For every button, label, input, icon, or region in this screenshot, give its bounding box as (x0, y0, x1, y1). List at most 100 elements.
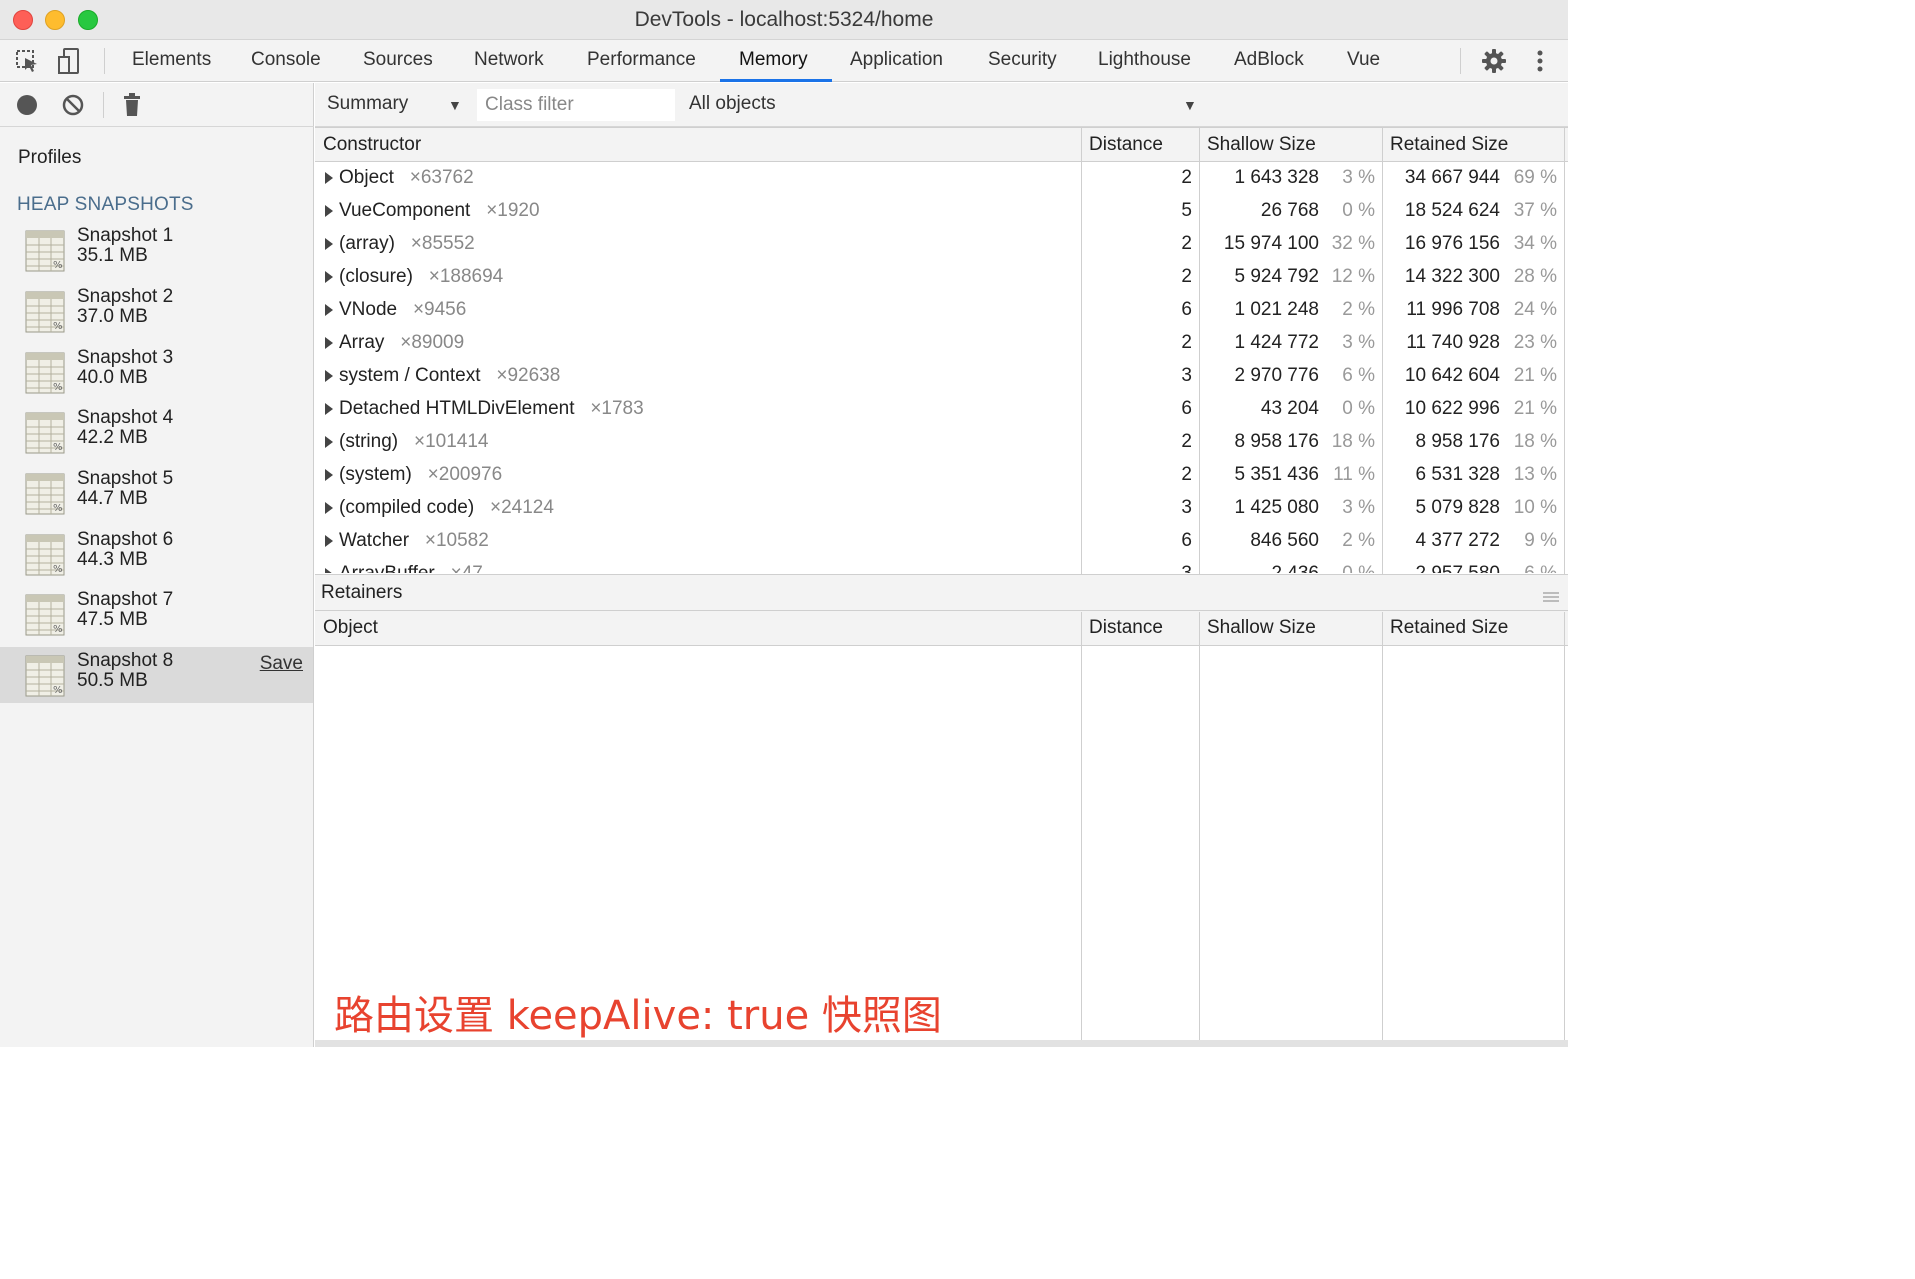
table-row[interactable]: (closure) ×188694 2 5 924 792 12 % 14 32… (315, 261, 1565, 294)
retained-size-percent: 24 % (1513, 299, 1557, 320)
tab-lighthouse[interactable]: Lighthouse (1079, 40, 1210, 82)
toolbar-divider (1460, 48, 1461, 74)
column-header-retained-size[interactable]: Retained Size (1390, 134, 1508, 156)
retained-size-value: 10 642 604 (1404, 365, 1500, 386)
column-header-distance[interactable]: Distance (1089, 617, 1163, 639)
table-row[interactable]: (system) ×200976 2 5 351 436 11 % 6 531 … (315, 459, 1565, 492)
table-row[interactable]: VNode ×9456 6 1 021 248 2 % 11 996 708 2… (315, 294, 1565, 327)
tab-sources[interactable]: Sources (344, 40, 452, 82)
tab-application[interactable]: Application (831, 40, 962, 82)
shallow-size-value: 846 560 (1250, 530, 1319, 551)
constructor-name: ArrayBuffer (339, 563, 435, 573)
table-row[interactable]: Detached HTMLDivElement ×1783 6 43 204 0… (315, 393, 1565, 426)
column-header-distance[interactable]: Distance (1089, 134, 1163, 156)
tab-performance[interactable]: Performance (568, 40, 715, 82)
retained-size-percent: 28 % (1513, 266, 1557, 287)
drag-handle-icon[interactable] (1542, 587, 1560, 602)
table-row[interactable]: Array ×89009 2 1 424 772 3 % 11 740 928 … (315, 327, 1565, 360)
column-header-shallow-size[interactable]: Shallow Size (1207, 134, 1316, 156)
tab-security[interactable]: Security (969, 40, 1076, 82)
tab-memory[interactable]: Memory (720, 40, 832, 82)
chevron-down-icon[interactable]: ▼ (448, 97, 462, 113)
snapshot-name: Snapshot 5 (77, 468, 174, 489)
table-row[interactable]: Watcher ×10582 6 846 560 2 % 4 377 272 9… (315, 525, 1565, 558)
table-row[interactable]: (string) ×101414 2 8 958 176 18 % 8 958 … (315, 426, 1565, 459)
retained-size-value: 34 667 944 (1404, 167, 1500, 188)
svg-text:%: % (53, 564, 63, 575)
expand-arrow-icon[interactable] (325, 172, 333, 184)
view-select[interactable]: Summary (327, 93, 408, 115)
snapshot-size: 35.1 MB (77, 245, 148, 266)
expand-arrow-icon[interactable] (325, 436, 333, 448)
table-row[interactable]: system / Context ×92638 3 2 970 776 6 % … (315, 360, 1565, 393)
inspect-element-icon[interactable] (12, 46, 42, 76)
record-icon[interactable] (15, 93, 39, 117)
toolbar-divider (103, 92, 104, 118)
save-snapshot-link[interactable]: Save (260, 653, 303, 675)
snapshot-item-1[interactable]: % Snapshot 1 35.1 MB (0, 222, 313, 278)
expand-arrow-icon[interactable] (325, 469, 333, 481)
shallow-size-percent: 12 % (1331, 266, 1375, 287)
shallow-size-percent: 3 % (1342, 332, 1375, 353)
retainers-panel-header[interactable]: Retainers (315, 574, 1568, 611)
constructor-name: Object (339, 167, 394, 188)
snapshot-item-2[interactable]: % Snapshot 2 37.0 MB (0, 283, 313, 339)
snapshot-item-7[interactable]: % Snapshot 7 47.5 MB (0, 586, 313, 642)
snapshot-item-5[interactable]: % Snapshot 5 44.7 MB (0, 465, 313, 521)
retained-size-percent: 9 % (1524, 530, 1557, 551)
tab-vue[interactable]: Vue (1328, 40, 1399, 82)
expand-arrow-icon[interactable] (325, 205, 333, 217)
tab-console[interactable]: Console (232, 40, 340, 82)
svg-text:%: % (53, 685, 63, 696)
trash-icon[interactable] (121, 92, 143, 118)
expand-arrow-icon[interactable] (325, 271, 333, 283)
column-header-constructor[interactable]: Constructor (323, 134, 421, 156)
expand-arrow-icon[interactable] (325, 568, 333, 573)
chevron-down-icon[interactable]: ▼ (1183, 97, 1197, 113)
retained-size-value: 14 322 300 (1404, 266, 1500, 287)
distance-value: 2 (1181, 464, 1192, 485)
snapshot-size: 42.2 MB (77, 427, 148, 448)
snapshot-item-8[interactable]: % Snapshot 8 50.5 MB Save (0, 647, 313, 703)
distance-value: 3 (1181, 365, 1192, 386)
expand-arrow-icon[interactable] (325, 403, 333, 415)
expand-arrow-icon[interactable] (325, 238, 333, 250)
column-header-retained-size[interactable]: Retained Size (1390, 617, 1508, 639)
class-filter-input[interactable] (477, 89, 675, 121)
snapshot-item-3[interactable]: % Snapshot 3 40.0 MB (0, 344, 313, 400)
tab-adblock[interactable]: AdBlock (1215, 40, 1323, 82)
column-header-shallow-size[interactable]: Shallow Size (1207, 617, 1316, 639)
annotation-caption: 路由设置 keepAlive: true 快照图 (334, 993, 942, 1039)
expand-arrow-icon[interactable] (325, 535, 333, 547)
expand-arrow-icon[interactable] (325, 304, 333, 316)
distance-value: 6 (1181, 299, 1192, 320)
table-row[interactable]: ArrayBuffer ×47 3 2 436 0 % 2 957 580 6 … (315, 558, 1565, 573)
retained-size-value: 11 996 708 (1406, 299, 1500, 320)
expand-arrow-icon[interactable] (325, 337, 333, 349)
retained-size-percent: 13 % (1513, 464, 1557, 485)
retained-size-value: 18 524 624 (1404, 200, 1500, 221)
snapshot-size: 44.7 MB (77, 488, 148, 509)
object-filter-select[interactable]: All objects (689, 93, 776, 115)
kebab-menu-icon[interactable] (1525, 46, 1555, 76)
gear-icon[interactable] (1479, 46, 1509, 76)
distance-value: 2 (1181, 332, 1192, 353)
tab-network[interactable]: Network (455, 40, 563, 82)
expand-arrow-icon[interactable] (325, 502, 333, 514)
snapshot-item-4[interactable]: % Snapshot 4 42.2 MB (0, 404, 313, 460)
table-row[interactable]: Object ×63762 2 1 643 328 3 % 34 667 944… (315, 162, 1565, 195)
distance-value: 3 (1105, 563, 1192, 573)
svg-text:%: % (53, 260, 63, 271)
table-row[interactable]: VueComponent ×1920 5 26 768 0 % 18 524 6… (315, 195, 1565, 228)
table-row[interactable]: (compiled code) ×24124 3 1 425 080 3 % 5… (315, 492, 1565, 525)
device-toolbar-icon[interactable] (55, 46, 85, 76)
tab-elements[interactable]: Elements (113, 40, 230, 82)
shallow-size-percent: 18 % (1331, 431, 1375, 452)
table-row[interactable]: (array) ×85552 2 15 974 100 32 % 16 976 … (315, 228, 1565, 261)
expand-arrow-icon[interactable] (325, 370, 333, 382)
clear-icon[interactable] (61, 93, 85, 117)
snapshot-name: Snapshot 8 (77, 650, 174, 671)
snapshot-item-6[interactable]: % Snapshot 6 44.3 MB (0, 526, 313, 582)
column-header-object[interactable]: Object (323, 617, 378, 639)
instance-count: ×24124 (490, 497, 554, 518)
